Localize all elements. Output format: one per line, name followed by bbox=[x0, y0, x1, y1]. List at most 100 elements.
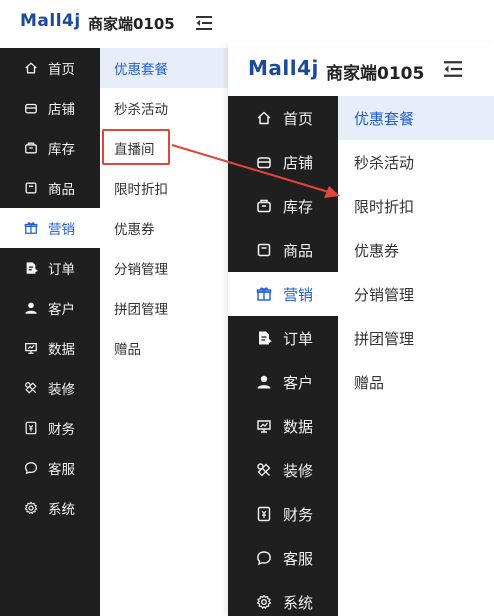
inventory-icon bbox=[256, 198, 272, 214]
product-icon bbox=[24, 181, 38, 195]
submenu-item[interactable]: 分销管理 bbox=[100, 248, 228, 288]
sidebar-item-label: 系统 bbox=[48, 502, 75, 518]
sidebar-item[interactable]: 装修 bbox=[228, 448, 338, 492]
logo: Mall4j bbox=[248, 56, 319, 80]
user-icon bbox=[24, 301, 38, 315]
sidebar-item[interactable]: 财务 bbox=[228, 492, 338, 536]
sidebar-item[interactable]: 店铺 bbox=[0, 88, 100, 128]
submenu: 优惠套餐 秒杀活动 直播间 限时折扣 优惠券 分销管理 拼团管理 赠品 bbox=[100, 48, 228, 368]
gift-icon bbox=[24, 221, 38, 235]
sidebar-item[interactable]: 首页 bbox=[228, 96, 338, 140]
sidebar-item[interactable]: 库存 bbox=[228, 184, 338, 228]
sidebar-item-label: 营销 bbox=[283, 285, 314, 304]
header: Mall4j 商家端0105 bbox=[0, 0, 228, 46]
menu-collapse-icon[interactable] bbox=[196, 16, 212, 30]
submenu-item[interactable]: 赠品 bbox=[338, 360, 494, 404]
sidebar-item-label: 数据 bbox=[48, 342, 75, 358]
store-icon bbox=[256, 154, 272, 170]
menu-collapse-icon[interactable] bbox=[444, 61, 462, 77]
shop-name: 商家端0105 bbox=[88, 15, 175, 33]
sidebar-item[interactable]: 营销 bbox=[0, 208, 100, 248]
header: Mall4j 商家端0105 bbox=[228, 42, 494, 96]
settings-icon bbox=[256, 594, 272, 610]
logo: Mall4j bbox=[20, 11, 81, 31]
chat-icon bbox=[256, 550, 272, 566]
sidebar-item-label: 库存 bbox=[283, 197, 314, 216]
submenu-item[interactable]: 秒杀活动 bbox=[100, 88, 228, 128]
home-icon bbox=[256, 110, 272, 126]
sidebar-item[interactable]: 店铺 bbox=[228, 140, 338, 184]
chart-icon bbox=[24, 341, 38, 355]
gift-icon bbox=[256, 286, 272, 302]
submenu-item[interactable]: 赠品 bbox=[100, 328, 228, 368]
store-icon bbox=[24, 101, 38, 115]
sidebar: 首页店铺库存商品营销订单客户数据装修财务客服系统 bbox=[0, 48, 100, 616]
sidebar-item-label: 店铺 bbox=[48, 102, 75, 118]
sidebar-item[interactable]: 装修 bbox=[0, 368, 100, 408]
submenu-item[interactable]: 优惠券 bbox=[100, 208, 228, 248]
sidebar-item-label: 装修 bbox=[48, 382, 75, 398]
sidebar-item-label: 商品 bbox=[283, 241, 314, 260]
submenu-item[interactable]: 秒杀活动 bbox=[338, 140, 494, 184]
submenu-item[interactable]: 优惠券 bbox=[338, 228, 494, 272]
order-icon bbox=[256, 330, 272, 346]
sidebar-item-label: 首页 bbox=[48, 62, 75, 78]
submenu-item[interactable]: 分销管理 bbox=[338, 272, 494, 316]
sidebar-item[interactable]: 系统 bbox=[0, 488, 100, 528]
sidebar-item-label: 订单 bbox=[48, 262, 75, 278]
sidebar-item-label: 系统 bbox=[283, 593, 314, 612]
sidebar-item[interactable]: 数据 bbox=[0, 328, 100, 368]
decoration-icon bbox=[256, 462, 272, 478]
order-icon bbox=[24, 261, 38, 275]
sidebar-item-label: 客户 bbox=[48, 302, 75, 318]
sidebar-item[interactable]: 首页 bbox=[0, 48, 100, 88]
sidebar-item[interactable]: 客服 bbox=[228, 536, 338, 580]
panel-before: Mall4j 商家端0105 首页 店铺 库存 商品 营销 订单 客户 数据 装修 财务 客服 系统 … bbox=[0, 0, 228, 616]
sidebar-item[interactable]: 订单 bbox=[228, 316, 338, 360]
sidebar-item-label: 客服 bbox=[48, 462, 75, 478]
sidebar-item-label: 客服 bbox=[283, 549, 314, 568]
sidebar-item[interactable]: 客户 bbox=[0, 288, 100, 328]
chart-icon bbox=[256, 418, 272, 434]
sidebar-item-label: 订单 bbox=[283, 329, 314, 348]
shop-name: 商家端0105 bbox=[326, 64, 425, 84]
submenu: 优惠套餐 秒杀活动 限时折扣 优惠券 分销管理 拼团管理 赠品 bbox=[338, 96, 494, 404]
sidebar: 首页店铺库存商品营销订单客户数据装修财务客服系统 bbox=[228, 96, 338, 616]
user-icon bbox=[256, 374, 272, 390]
submenu-item[interactable]: 优惠套餐 bbox=[338, 96, 494, 140]
submenu-item[interactable]: 限时折扣 bbox=[338, 184, 494, 228]
sidebar-item[interactable]: 系统 bbox=[228, 580, 338, 616]
decoration-icon bbox=[24, 381, 38, 395]
sidebar-item[interactable]: 营销 bbox=[228, 272, 338, 316]
sidebar-item-label: 装修 bbox=[283, 461, 314, 480]
submenu-item[interactable]: 限时折扣 bbox=[100, 168, 228, 208]
chat-icon bbox=[24, 461, 38, 475]
home-icon bbox=[24, 61, 38, 75]
submenu-item[interactable]: 拼团管理 bbox=[100, 288, 228, 328]
settings-icon bbox=[24, 501, 38, 515]
sidebar-item-label: 库存 bbox=[48, 142, 75, 158]
highlight-box bbox=[102, 129, 170, 165]
sidebar-item-label: 店铺 bbox=[283, 153, 314, 172]
inventory-icon bbox=[24, 141, 38, 155]
finance-icon bbox=[256, 506, 272, 522]
sidebar-item-label: 客户 bbox=[283, 373, 314, 392]
sidebar-item[interactable]: 库存 bbox=[0, 128, 100, 168]
sidebar-item-label: 首页 bbox=[283, 109, 314, 128]
sidebar-item[interactable]: 商品 bbox=[228, 228, 338, 272]
submenu-item[interactable]: 拼团管理 bbox=[338, 316, 494, 360]
sidebar-item-label: 营销 bbox=[48, 222, 75, 238]
sidebar-item[interactable]: 客户 bbox=[228, 360, 338, 404]
sidebar-item-label: 数据 bbox=[283, 417, 314, 436]
product-icon bbox=[256, 242, 272, 258]
sidebar-item[interactable]: 客服 bbox=[0, 448, 100, 488]
sidebar-item-label: 商品 bbox=[48, 182, 75, 198]
finance-icon bbox=[24, 421, 38, 435]
submenu-item[interactable]: 优惠套餐 bbox=[100, 48, 228, 88]
sidebar-item[interactable]: 财务 bbox=[0, 408, 100, 448]
sidebar-item[interactable]: 商品 bbox=[0, 168, 100, 208]
sidebar-item[interactable]: 数据 bbox=[228, 404, 338, 448]
panel-after: Mall4j 商家端0105 首页 店铺 库存 商品 营销 订单 客户 数据 装修 财务 客服 系统 … bbox=[228, 42, 494, 616]
sidebar-item[interactable]: 订单 bbox=[0, 248, 100, 288]
sidebar-item-label: 财务 bbox=[48, 422, 75, 438]
